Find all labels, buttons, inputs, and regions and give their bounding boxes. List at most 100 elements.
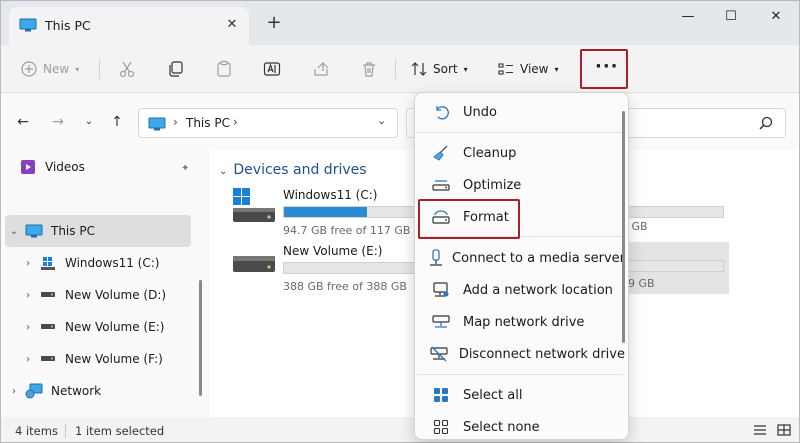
video-folder-icon xyxy=(17,159,39,175)
selection-count: 1 item selected xyxy=(75,424,165,438)
see-more-button[interactable]: ··· xyxy=(580,49,628,89)
breadcrumb-separator[interactable]: › xyxy=(233,115,238,129)
menu-item-label: Map network drive xyxy=(463,314,585,330)
title-bar: This PC ✕ + — ☐ ✕ xyxy=(1,1,799,45)
sidebar-item-label: New Volume (E:) xyxy=(65,320,165,334)
command-bar: New ▾ Sort ▾ View ▾ ··· xyxy=(1,45,799,93)
menu-item-label: Select none xyxy=(463,419,540,435)
menu-item-disconnect-network-drive[interactable]: Disconnect network drive xyxy=(417,338,625,370)
forward-button[interactable]: → xyxy=(48,112,68,132)
view-label: View xyxy=(520,62,549,76)
navigation-pane: Videos ✦ ⌄ This PC › Windows11 (C:) › Ne… xyxy=(1,150,208,417)
chevron-down-icon[interactable]: ⌄ xyxy=(5,226,23,237)
select-all-icon xyxy=(427,387,455,403)
scissors-icon xyxy=(119,61,135,78)
network-icon xyxy=(23,383,45,399)
sidebar-item-label: Network xyxy=(51,384,102,398)
sort-button[interactable]: Sort ▾ xyxy=(411,55,468,83)
sidebar-item-windows11-c[interactable]: › Windows11 (C:) xyxy=(5,247,191,279)
menu-item-map-network-drive[interactable]: Map network drive xyxy=(417,306,625,338)
view-list-icon xyxy=(498,63,513,75)
menu-item-add-network-location[interactable]: Add a network location xyxy=(417,274,625,306)
search-icon[interactable] xyxy=(759,116,773,130)
address-bar[interactable]: › This PC › ⌄ xyxy=(138,108,398,138)
sidebar-item-videos[interactable]: Videos ✦ xyxy=(5,151,191,183)
menu-item-cleanup[interactable]: Cleanup xyxy=(417,137,625,169)
chevron-right-icon[interactable]: › xyxy=(19,290,37,301)
new-label: New xyxy=(43,62,70,76)
share-button[interactable] xyxy=(312,55,330,83)
sidebar-item-label: Videos xyxy=(45,160,85,174)
monitor-icon xyxy=(23,224,45,238)
new-button[interactable]: New ▾ xyxy=(21,55,79,83)
sidebar-item-new-volume-e[interactable]: › New Volume (E:) xyxy=(5,311,191,343)
chevron-down-icon[interactable]: ⌄ xyxy=(219,166,227,177)
maximize-button[interactable]: ☐ xyxy=(708,5,754,29)
disconnect-drive-icon xyxy=(427,346,451,362)
chevron-right-icon[interactable]: › xyxy=(5,386,23,397)
broom-icon xyxy=(427,145,455,161)
details-view-icon[interactable] xyxy=(753,424,767,436)
tab-close-icon[interactable]: ✕ xyxy=(223,16,241,34)
sidebar-item-network[interactable]: › Network xyxy=(5,375,191,407)
sidebar-item-label: New Volume (F:) xyxy=(65,352,163,366)
drive-icon xyxy=(37,355,59,363)
delete-button[interactable] xyxy=(360,55,378,83)
menu-item-undo[interactable]: Undo xyxy=(417,96,625,128)
breadcrumb-this-pc[interactable]: This PC xyxy=(186,116,230,130)
chevron-down-icon: ▾ xyxy=(554,64,559,74)
minimize-button[interactable]: — xyxy=(665,5,711,29)
drive-usage-fill xyxy=(284,207,368,217)
chevron-right-icon[interactable]: › xyxy=(19,354,37,365)
group-header-devices[interactable]: ⌄ Devices and drives xyxy=(219,162,367,178)
media-server-icon xyxy=(427,249,444,267)
menu-item-label: Undo xyxy=(463,104,497,120)
copy-button[interactable] xyxy=(167,55,185,83)
more-dots-icon: ··· xyxy=(595,56,619,77)
cut-button[interactable] xyxy=(118,55,136,83)
paste-button[interactable] xyxy=(215,55,233,83)
sidebar-item-label: This PC xyxy=(51,224,95,238)
close-button[interactable]: ✕ xyxy=(753,5,799,29)
up-button[interactable]: ↑ xyxy=(107,112,127,132)
sidebar-item-new-volume-f[interactable]: › New Volume (F:) xyxy=(5,343,191,375)
breadcrumb-separator[interactable]: › xyxy=(173,115,178,129)
drive-name: Windows11 (C:) xyxy=(283,188,378,202)
trash-icon xyxy=(363,62,375,77)
menu-item-label: Cleanup xyxy=(463,145,517,161)
menu-item-select-all[interactable]: Select all xyxy=(417,379,625,411)
windows-drive-icon xyxy=(233,188,275,222)
rename-button[interactable] xyxy=(263,55,281,83)
new-tab-button[interactable]: + xyxy=(263,13,285,35)
menu-item-optimize[interactable]: Optimize xyxy=(417,169,625,201)
undo-icon xyxy=(427,104,455,120)
plus-circle-icon xyxy=(21,61,37,77)
chevron-right-icon[interactable]: › xyxy=(19,258,37,269)
windows-drive-icon xyxy=(37,256,59,270)
tiles-view-icon[interactable] xyxy=(777,424,791,436)
select-none-icon xyxy=(427,419,455,435)
view-button[interactable]: View ▾ xyxy=(498,55,559,83)
menu-item-connect-media-server[interactable]: Connect to a media server xyxy=(417,242,625,274)
sidebar-item-new-volume-d[interactable]: › New Volume (D:) xyxy=(5,279,191,311)
menu-item-select-none[interactable]: Select none xyxy=(417,411,625,443)
pin-icon[interactable]: ✦ xyxy=(181,163,189,174)
monitor-icon xyxy=(148,117,166,131)
copy-icon xyxy=(169,61,183,77)
format-highlight-box xyxy=(418,199,520,239)
tab-this-pc[interactable]: This PC ✕ xyxy=(9,7,249,45)
scrollbar[interactable] xyxy=(199,280,202,396)
optimize-drive-icon xyxy=(427,178,455,192)
drive-icon xyxy=(37,323,59,331)
sidebar-item-this-pc[interactable]: ⌄ This PC xyxy=(5,215,191,247)
toolbar-divider xyxy=(99,59,100,79)
menu-item-label: Disconnect network drive xyxy=(458,346,625,362)
drive-free-space: 388 GB free of 388 GB xyxy=(283,280,407,293)
scrollbar[interactable] xyxy=(622,111,625,343)
address-row: ← → ⌄ ↑ › This PC › ⌄ xyxy=(1,94,799,150)
recent-locations-button[interactable]: ⌄ xyxy=(79,112,99,132)
back-button[interactable]: ← xyxy=(13,112,33,132)
chevron-right-icon[interactable]: › xyxy=(19,322,37,333)
file-explorer-window: This PC ✕ + — ☐ ✕ New ▾ Sort ▾ View ▾ ··… xyxy=(0,0,800,443)
chevron-down-icon[interactable]: ⌄ xyxy=(377,114,386,127)
